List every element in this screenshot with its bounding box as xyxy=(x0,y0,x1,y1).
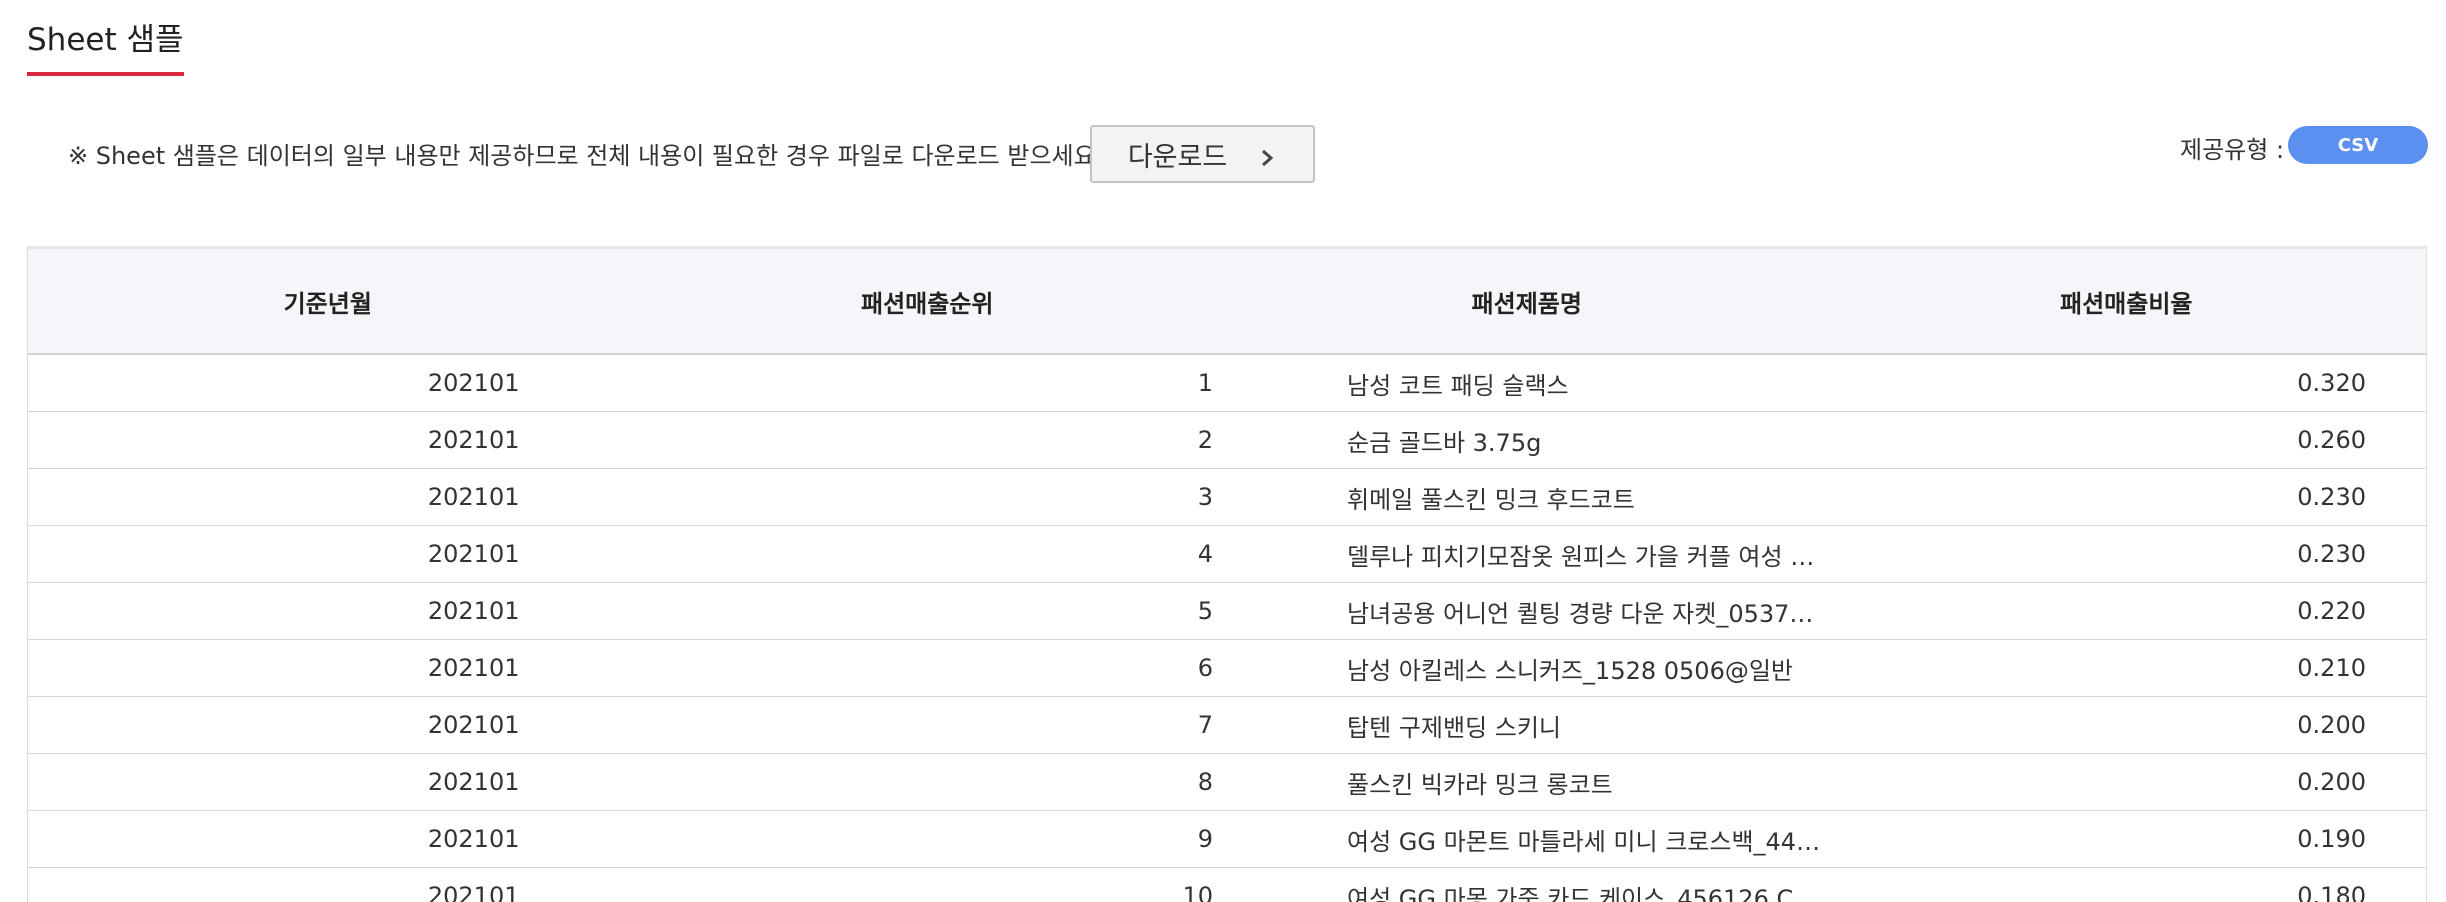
table-row: 202101 6 남성 아킬레스 스니커즈_1528 0506@일반 0.210 xyxy=(28,639,2426,697)
cell-rank: 4 xyxy=(627,525,1227,583)
cell-date: 202101 xyxy=(28,639,628,697)
cell-rank: 8 xyxy=(627,753,1227,811)
cell-rank: 5 xyxy=(627,582,1227,640)
cell-product-name: 남성 아킬레스 스니커즈_1528 0506@일반 xyxy=(1227,639,1827,697)
cell-product-name: 탑텐 구제밴딩 스키니 xyxy=(1227,696,1827,754)
cell-ratio: 0.220 xyxy=(1826,582,2426,640)
cell-date: 202101 xyxy=(28,411,628,469)
table-row: 202101 8 풀스킨 빅카라 밍크 롱코트 0.200 xyxy=(28,753,2426,811)
cell-ratio: 0.200 xyxy=(1826,753,2426,811)
cell-date: 202101 xyxy=(28,867,628,902)
cell-rank: 3 xyxy=(627,468,1227,526)
cell-date: 202101 xyxy=(28,525,628,583)
page-title-wrap: Sheet 샘플 xyxy=(27,20,184,76)
page-title: Sheet 샘플 xyxy=(27,20,184,76)
cell-date: 202101 xyxy=(28,810,628,868)
cell-ratio: 0.210 xyxy=(1826,639,2426,697)
table-row: 202101 4 델루나 피치기모잠옷 원피스 가을 커플 여성 잠... 0.230 xyxy=(28,525,2426,583)
sample-table-container: 기준년월 패션매출순위 패션제품명 패션매출비율 202101 1 남성 코트 패딩… xyxy=(27,246,2427,902)
download-button-label: 다운로드 xyxy=(1127,141,1228,173)
column-header-ratio: 패션매출비율 xyxy=(1826,249,2426,355)
cell-rank: 6 xyxy=(627,639,1227,697)
cell-rank: 1 xyxy=(627,354,1227,412)
chevron-right-icon xyxy=(1257,144,1277,167)
table-row: 202101 3 휘메일 풀스킨 밍크 후드코트 0.230 xyxy=(28,468,2426,526)
table-row: 202101 1 남성 코트 패딩 슬랙스 0.320 xyxy=(28,354,2426,412)
cell-product-name: 여성 GG 마몽 가죽 카드 케이스_456126 CAO... xyxy=(1227,867,1827,902)
cell-ratio: 0.260 xyxy=(1826,411,2426,469)
cell-rank: 10 xyxy=(627,867,1227,902)
cell-product-name: 남성 코트 패딩 슬랙스 xyxy=(1227,354,1827,412)
cell-product-name: 순금 골드바 3.75g xyxy=(1227,411,1827,469)
sample-notice: ※ Sheet 샘플은 데이터의 일부 내용만 제공하므로 전체 내용이 필요한… xyxy=(68,142,1104,170)
cell-rank: 9 xyxy=(627,810,1227,868)
table-row: 202101 7 탑텐 구제밴딩 스키니 0.200 xyxy=(28,696,2426,754)
cell-date: 202101 xyxy=(28,753,628,811)
column-header-rank: 패션매출순위 xyxy=(627,249,1227,355)
cell-ratio: 0.230 xyxy=(1826,525,2426,583)
download-button[interactable]: 다운로드 xyxy=(1090,125,1315,183)
cell-ratio: 0.190 xyxy=(1826,810,2426,868)
cell-product-name: 풀스킨 빅카라 밍크 롱코트 xyxy=(1227,753,1827,811)
table-row: 202101 2 순금 골드바 3.75g 0.260 xyxy=(28,411,2426,469)
table-header-row: 기준년월 패션매출순위 패션제품명 패션매출비율 xyxy=(28,249,2426,355)
column-header-date: 기준년월 xyxy=(28,249,628,355)
cell-product-name: 남녀공용 어니언 퀼팅 경량 다운 자켓_053709... xyxy=(1227,582,1827,640)
cell-ratio: 0.180 xyxy=(1826,867,2426,902)
cell-rank: 2 xyxy=(627,411,1227,469)
provide-type-badge: CSV xyxy=(2288,126,2428,164)
cell-date: 202101 xyxy=(28,696,628,754)
cell-product-name: 여성 GG 마몬트 마틀라세 미니 크로스백_4476... xyxy=(1227,810,1827,868)
cell-ratio: 0.320 xyxy=(1826,354,2426,412)
cell-ratio: 0.230 xyxy=(1826,468,2426,526)
cell-product-name: 휘메일 풀스킨 밍크 후드코트 xyxy=(1227,468,1827,526)
sample-table: 기준년월 패션매출순위 패션제품명 패션매출비율 202101 1 남성 코트 패딩… xyxy=(28,249,2426,902)
cell-ratio: 0.200 xyxy=(1826,696,2426,754)
cell-product-name: 델루나 피치기모잠옷 원피스 가을 커플 여성 잠... xyxy=(1227,525,1827,583)
table-row: 202101 9 여성 GG 마몬트 마틀라세 미니 크로스백_4476... 0.1… xyxy=(28,810,2426,868)
provide-type-label: 제공유형 : xyxy=(2180,136,2285,164)
table-row: 202101 5 남녀공용 어니언 퀼팅 경량 다운 자켓_053709... 0.2… xyxy=(28,582,2426,640)
cell-date: 202101 xyxy=(28,582,628,640)
column-header-product: 패션제품명 xyxy=(1227,249,1827,355)
cell-date: 202101 xyxy=(28,354,628,412)
cell-rank: 7 xyxy=(627,696,1227,754)
table-row: 202101 10 여성 GG 마몽 가죽 카드 케이스_456126 CAO...… xyxy=(28,867,2426,902)
cell-date: 202101 xyxy=(28,468,628,526)
